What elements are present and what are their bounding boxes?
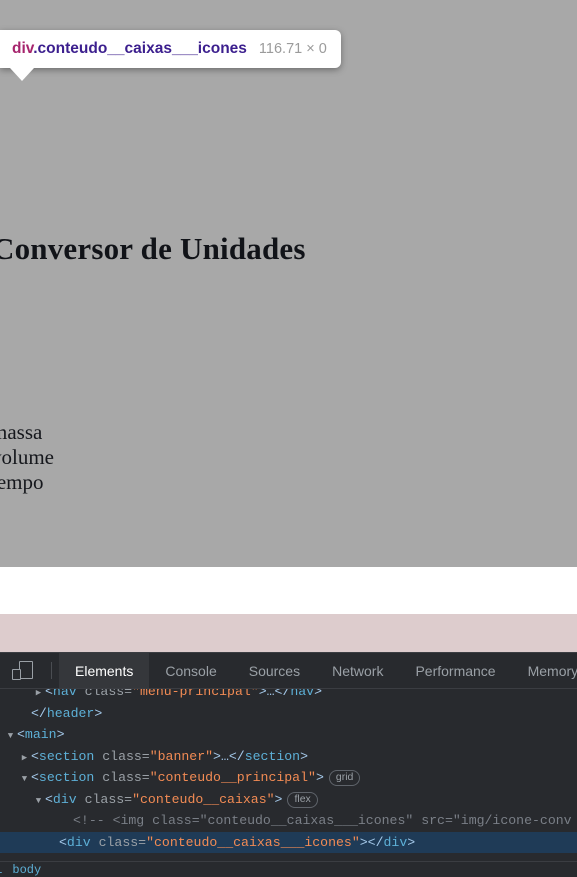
layout-badge-grid[interactable]: grid	[328, 770, 361, 786]
dom-token-punc: >…</	[213, 748, 245, 764]
dom-token-attr: class=	[76, 689, 133, 699]
dom-token-comment: <!-- <img class="conteudo__caixas___icon…	[73, 813, 572, 828]
page-title: Conversor de Unidades	[0, 231, 306, 266]
dom-token-val: "conteudo__caixas"	[132, 791, 275, 807]
inspector-tooltip-selector: div.conteudo__caixas___icones	[12, 40, 247, 58]
dom-token-punc: <	[31, 748, 39, 764]
dom-token-tag: main	[24, 727, 57, 742]
tab-console[interactable]: Console	[149, 653, 232, 688]
dom-token-punc: >	[274, 791, 283, 807]
unit-list: massa volume tempo	[0, 420, 54, 495]
dom-token-tag: section	[38, 770, 95, 785]
dom-token-val: "banner"	[149, 748, 214, 764]
dom-token-val: "conteudo__caixas___icones"	[146, 834, 360, 850]
device-toolbar-icon	[11, 661, 33, 680]
device-toolbar-toggle[interactable]	[0, 653, 44, 688]
unit-list-item: volume	[0, 445, 54, 469]
inspector-dimensions: 116.71 × 0	[258, 41, 327, 57]
breadcrumb-item[interactable]: body	[12, 863, 51, 877]
dom-token-tag: div	[66, 834, 91, 850]
tab-memory[interactable]: Memory	[512, 653, 577, 688]
dom-token-tag: header	[46, 705, 95, 721]
dom-tree-row[interactable]: <div class="conteudo__caixas___icones"><…	[0, 831, 577, 853]
dom-tree-row[interactable]: <main>	[0, 724, 577, 746]
dom-breadcrumb[interactable]: albody	[0, 861, 577, 877]
dom-token-punc: >	[314, 689, 323, 699]
tab-network[interactable]: Network	[316, 653, 399, 688]
dom-token-punc: >	[94, 705, 103, 721]
dom-token-tag: section	[38, 748, 95, 764]
dom-token-punc: >	[407, 834, 416, 850]
dom-token-punc: ></	[359, 834, 384, 850]
dom-tree-row[interactable]: <section class="banner">…</section>	[0, 746, 577, 768]
unit-list-item: tempo	[0, 470, 44, 494]
dom-tree-row[interactable]: <div class="conteudo__caixas">flex	[0, 789, 577, 811]
unit-list-item: massa	[0, 420, 43, 444]
dom-token-tag: div	[52, 791, 77, 807]
element-highlight-overlay	[0, 0, 577, 567]
dom-token-attr: class=	[94, 748, 150, 764]
dom-token-punc: <	[59, 834, 67, 850]
dom-tree-row[interactable]: <nav class="menu-principal">…</nav>	[0, 689, 577, 703]
dom-token-tag: nav	[290, 689, 315, 699]
inspector-tooltip: div.conteudo__caixas___icones 116.71 × 0	[0, 30, 341, 68]
dom-token-punc: >	[300, 748, 309, 764]
dom-token-tag: nav	[52, 689, 77, 699]
dom-token-tag: section	[244, 748, 301, 764]
dom-token-punc: <	[31, 770, 39, 785]
dom-token-attr: class=	[94, 770, 150, 785]
expand-triangle-icon[interactable]	[18, 748, 31, 770]
tab-sources[interactable]: Sources	[233, 653, 316, 688]
dom-token-punc: >	[56, 727, 65, 742]
dom-tree[interactable]: <nav class="menu-principal">…</nav></hea…	[0, 689, 577, 862]
dom-token-punc: >	[315, 770, 324, 785]
tab-performance[interactable]: Performance	[399, 653, 511, 688]
breadcrumb-item[interactable]: al	[0, 863, 12, 877]
dom-tree-row[interactable]: </header>	[0, 703, 577, 725]
inspected-page: Conversor de Unidades massa volume tempo	[0, 0, 577, 652]
tabbar-divider	[51, 662, 52, 679]
dom-token-punc: <	[45, 791, 53, 807]
layout-badge-flex[interactable]: flex	[287, 791, 318, 808]
inspector-element-classes: .conteudo__caixas___icones	[33, 40, 247, 57]
page-footer-band	[0, 614, 577, 652]
dom-token-punc: </	[31, 705, 47, 721]
devtools-panel: Elements Console Sources Network Perform…	[0, 652, 577, 877]
collapse-triangle-icon[interactable]	[18, 769, 31, 791]
dom-token-punc: <	[17, 727, 25, 742]
dom-tree-row[interactable]: <section class="conteudo__principal"> gri…	[0, 767, 577, 789]
dom-token-punc: >…</	[258, 689, 291, 699]
tab-elements[interactable]: Elements	[59, 653, 150, 688]
screen-root: Conversor de Unidades massa volume tempo…	[0, 0, 577, 877]
dom-token-punc: <	[45, 689, 53, 699]
dom-token-val: "conteudo__principal"	[149, 770, 316, 785]
dom-token-tag: div	[383, 834, 408, 850]
dom-tree-row[interactable]: <!-- <img class="conteudo__caixas___icon…	[0, 810, 577, 832]
dom-token-attr: class=	[76, 791, 133, 807]
inspector-tooltip-arrow	[10, 68, 34, 81]
devtools-tabbar: Elements Console Sources Network Perform…	[0, 653, 577, 689]
dom-token-val: "menu-principal"	[132, 689, 259, 699]
collapse-triangle-icon[interactable]	[4, 726, 17, 748]
collapse-triangle-icon[interactable]	[32, 791, 45, 813]
dom-token-attr: class=	[90, 834, 147, 850]
inspector-element-name: div	[12, 40, 34, 57]
